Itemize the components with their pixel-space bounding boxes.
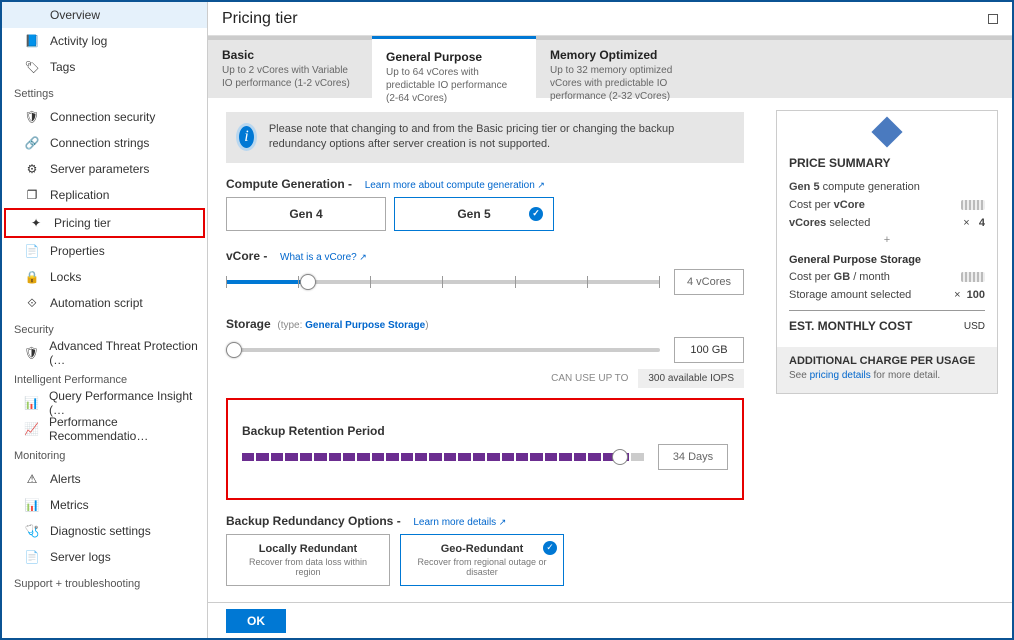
sidebar-item-connection-strings[interactable]: 🔗Connection strings xyxy=(2,130,207,156)
tier-tab-general[interactable]: General Purpose Up to 64 vCores with pre… xyxy=(372,36,536,98)
sidebar-group-security: Security xyxy=(2,316,207,340)
database-icon xyxy=(871,116,902,147)
script-icon: ⟐ xyxy=(24,295,40,311)
gen4-option[interactable]: Gen 4 xyxy=(226,197,386,231)
tier-tab-basic[interactable]: Basic Up to 2 vCores with Variable IO pe… xyxy=(208,40,372,98)
storage-slider[interactable] xyxy=(226,340,660,360)
info-icon: i xyxy=(236,123,257,151)
sidebar-item-metrics[interactable]: 📊Metrics xyxy=(2,492,207,518)
gear-icon: ⚙ xyxy=(24,161,40,177)
shield-icon: 🛡 xyxy=(24,345,39,361)
sidebar-item-perf-recommend[interactable]: 📈Performance Recommendatio… xyxy=(2,416,207,442)
sidebar-group-monitoring: Monitoring xyxy=(2,442,207,466)
sidebar-group-support: Support + troubleshooting xyxy=(2,570,207,594)
price-summary-panel: PRICE SUMMARY Gen 5 compute generation C… xyxy=(776,110,998,394)
chart-icon: 📊 xyxy=(24,395,39,411)
cost-vcore-blur xyxy=(961,200,985,210)
vcore-slider[interactable] xyxy=(226,272,660,292)
properties-icon: 📄 xyxy=(24,243,40,259)
sidebar-item-query-perf[interactable]: 📊Query Performance Insight (… xyxy=(2,390,207,416)
sidebar-item-replication[interactable]: ❐Replication xyxy=(2,182,207,208)
main-header: Pricing tier xyxy=(208,2,1012,36)
vcore-link[interactable]: What is a vCore? xyxy=(280,252,367,263)
sidebar-item-server-parameters[interactable]: ⚙Server parameters xyxy=(2,156,207,182)
graph-icon: 📈 xyxy=(24,421,39,437)
additional-charge-title: ADDITIONAL CHARGE PER USAGE xyxy=(789,355,985,367)
storage-label: Storage (type: General Purpose Storage) xyxy=(226,317,744,331)
replication-icon: ❐ xyxy=(24,187,40,203)
ok-button[interactable]: OK xyxy=(226,609,286,633)
check-icon: ✓ xyxy=(529,207,543,221)
price-summary-title: PRICE SUMMARY xyxy=(789,156,985,170)
lock-icon: 🔒 xyxy=(24,269,40,285)
page-title: Pricing tier xyxy=(222,10,298,28)
overview-icon xyxy=(24,7,40,23)
pricing-details-link[interactable]: pricing details xyxy=(810,370,871,381)
cost-gb-blur xyxy=(961,272,985,282)
sidebar-item-automation-script[interactable]: ⟐Automation script xyxy=(2,290,207,316)
tier-tabs: Basic Up to 2 vCores with Variable IO pe… xyxy=(208,36,1012,98)
retention-label: Backup Retention Period xyxy=(242,424,728,438)
sidebar-item-pricing-tier[interactable]: ✦Pricing tier xyxy=(6,210,203,236)
sidebar-item-activity-log[interactable]: 📘Activity log xyxy=(2,28,207,54)
iops-prefix: CAN USE UP TO xyxy=(541,369,638,388)
info-text: Please note that changing to and from th… xyxy=(269,122,734,153)
sidebar: Overview 📘Activity log 🏷Tags Settings 🛡C… xyxy=(2,2,208,638)
link-icon: 🔗 xyxy=(24,135,40,151)
sidebar-item-overview[interactable]: Overview xyxy=(2,2,207,28)
sidebar-item-tags[interactable]: 🏷Tags xyxy=(2,54,207,80)
shield-icon: 🛡 xyxy=(24,109,40,125)
compute-gen-label: Compute Generation - Learn more about co… xyxy=(226,177,744,191)
check-icon: ✓ xyxy=(543,541,557,555)
redundancy-link[interactable]: Learn more details xyxy=(413,517,506,528)
sidebar-item-locks[interactable]: 🔒Locks xyxy=(2,264,207,290)
alert-icon: ⚠ xyxy=(24,471,40,487)
sidebar-item-properties[interactable]: 📄Properties xyxy=(2,238,207,264)
log-icon: 📘 xyxy=(24,33,40,49)
locally-redundant-option[interactable]: Locally Redundant Recover from data loss… xyxy=(226,534,390,586)
tag-icon: 🏷 xyxy=(24,59,40,75)
pricing-icon: ✦ xyxy=(28,215,44,231)
highlight-pricing-tier: ✦Pricing tier xyxy=(4,208,205,238)
storage-type-link[interactable]: General Purpose Storage xyxy=(305,320,425,331)
compute-gen-link[interactable]: Learn more about compute generation xyxy=(365,180,545,191)
sidebar-item-server-logs[interactable]: 📄Server logs xyxy=(2,544,207,570)
vcore-label: vCore - What is a vCore? xyxy=(226,249,744,263)
redundancy-label: Backup Redundancy Options - Learn more d… xyxy=(226,514,744,528)
tier-tab-memory[interactable]: Memory Optimized Up to 32 memory optimiz… xyxy=(536,40,700,98)
vcore-value: 4 vCores xyxy=(674,269,744,295)
retention-slider[interactable] xyxy=(242,453,644,461)
logs-icon: 📄 xyxy=(24,549,40,565)
storage-value[interactable]: 100 GB xyxy=(674,337,744,363)
highlight-retention: Backup Retention Period 34 Days xyxy=(226,398,744,500)
main-panel: Pricing tier Basic Up to 2 vCores with V… xyxy=(208,2,1012,638)
sidebar-item-alerts[interactable]: ⚠Alerts xyxy=(2,466,207,492)
info-banner: i Please note that changing to and from … xyxy=(226,112,744,163)
retention-value: 34 Days xyxy=(658,444,728,470)
geo-redundant-option[interactable]: ✓ Geo-Redundant Recover from regional ou… xyxy=(400,534,564,586)
sidebar-item-diagnostic[interactable]: 🩺Diagnostic settings xyxy=(2,518,207,544)
gen5-option[interactable]: Gen 5 ✓ xyxy=(394,197,554,231)
sidebar-group-intelligent: Intelligent Performance xyxy=(2,366,207,390)
sidebar-item-connection-security[interactable]: 🛡Connection security xyxy=(2,104,207,130)
diagnostic-icon: 🩺 xyxy=(24,523,40,539)
sidebar-group-settings: Settings xyxy=(2,80,207,104)
maximize-icon[interactable] xyxy=(988,14,998,24)
sidebar-item-advanced-threat[interactable]: 🛡Advanced Threat Protection (… xyxy=(2,340,207,366)
metrics-icon: 📊 xyxy=(24,497,40,513)
iops-value: 300 available IOPS xyxy=(638,369,744,388)
